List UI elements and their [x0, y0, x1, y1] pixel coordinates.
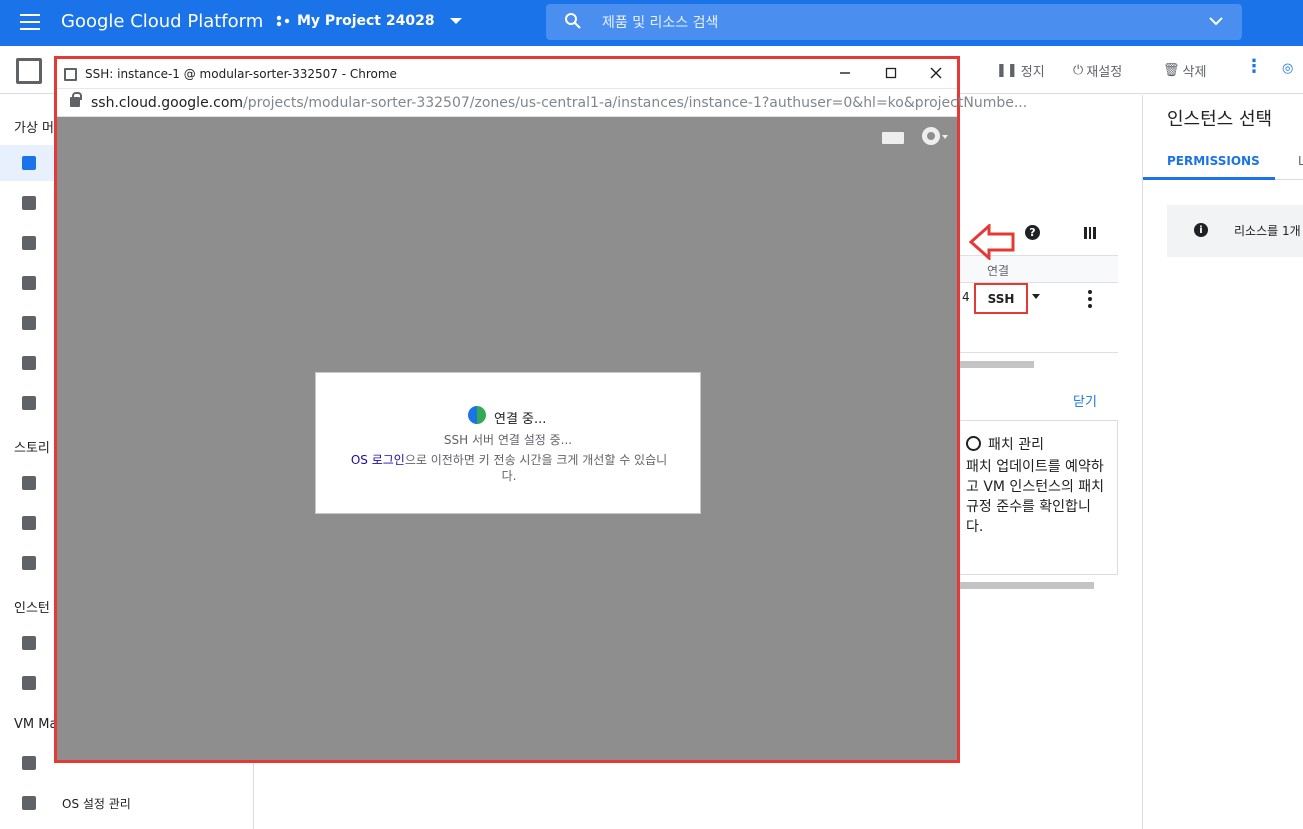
- dialog-note: OS 로그인으로 이전하면 키 전송 시간을 크게 개선할 수 있습니다.: [346, 452, 672, 484]
- patch-refresh-icon: [966, 436, 981, 451]
- project-name: My Project 24028: [297, 13, 435, 29]
- project-selector[interactable]: My Project 24028: [276, 13, 462, 29]
- tpu-icon[interactable]: [22, 316, 36, 330]
- ssh-popup-window[interactable]: SSH: instance-1 @ modular-sorter-332507 …: [54, 56, 1027, 763]
- search-bar[interactable]: 제품 및 리소스 검색: [546, 4, 1242, 40]
- instance-groups-icon[interactable]: [22, 636, 36, 650]
- nav-section-vm-manager: VM Ma: [14, 717, 58, 732]
- stop-label: 정지: [1020, 65, 1045, 80]
- lock-icon: [70, 92, 82, 107]
- project-dots-icon: [276, 15, 290, 27]
- vm-instances-icon[interactable]: [22, 156, 36, 170]
- reset-button[interactable]: ⏻ 재설정: [1073, 61, 1122, 80]
- maximize-icon[interactable]: [883, 65, 899, 81]
- connect-header-label: 연결: [987, 264, 1010, 278]
- popup-url: ssh.cloud.google.com/projects/modular-so…: [91, 95, 1027, 111]
- nav-section-instance-groups: 인스턴: [14, 601, 50, 616]
- close-icon[interactable]: [928, 65, 944, 81]
- tab-permissions[interactable]: PERMISSIONS: [1167, 154, 1260, 168]
- close-link[interactable]: 닫기: [1073, 391, 1097, 410]
- brand-title[interactable]: Google Cloud Platform: [61, 11, 263, 32]
- dialog-subtitle: SSH 서버 연결 설정 중...: [443, 433, 573, 447]
- health-checks-icon[interactable]: [22, 676, 36, 690]
- nav-item-os-config[interactable]: OS 설정 관리: [62, 795, 131, 812]
- delete-button[interactable]: 🗑 삭제: [1163, 61, 1206, 80]
- horizontal-scrollbar[interactable]: [960, 582, 1094, 589]
- search-icon[interactable]: [22, 396, 36, 410]
- row-more-icon[interactable]: [1088, 290, 1092, 311]
- popup-address-bar[interactable]: ssh.cloud.google.com/projects/modular-so…: [57, 89, 1027, 117]
- search-icon: [565, 13, 581, 29]
- horizontal-scrollbar[interactable]: [960, 361, 1034, 368]
- popup-titlebar[interactable]: SSH: instance-1 @ modular-sorter-332507 …: [57, 59, 957, 89]
- column-display-icon[interactable]: [1084, 227, 1096, 239]
- chevron-down-icon[interactable]: [1208, 14, 1224, 28]
- connecting-dialog: 연결 중... SSH 서버 연결 설정 중... OS 로그인으로 이전하면 …: [315, 372, 701, 514]
- power-icon: ⏻: [1073, 63, 1084, 78]
- tab-underline: [1143, 177, 1275, 180]
- table-cell: 4: [962, 290, 970, 304]
- patch-title: 패치 관리: [988, 437, 1044, 453]
- minimize-icon[interactable]: [837, 65, 853, 81]
- chevron-down-icon: [449, 18, 462, 24]
- more-vert-icon[interactable]: ⋮: [1245, 56, 1263, 77]
- committed-use-icon[interactable]: [22, 356, 36, 370]
- spinner-icon: [468, 406, 486, 424]
- trash-icon: 🗑: [1163, 63, 1180, 78]
- search-placeholder: 제품 및 리소스 검색: [602, 15, 719, 31]
- chevron-down-icon[interactable]: [942, 135, 948, 139]
- keyboard-icon[interactable]: [882, 132, 904, 144]
- tab-labels[interactable]: L: [1298, 154, 1303, 168]
- disks-icon[interactable]: [22, 476, 36, 490]
- delete-label: 삭제: [1182, 65, 1207, 80]
- reset-label: 재설정: [1086, 65, 1123, 80]
- help-icon[interactable]: ?: [1025, 225, 1040, 240]
- ssh-button[interactable]: SSH: [974, 283, 1028, 314]
- info-panel-title: 인스턴스 선택: [1167, 109, 1273, 130]
- menu-icon[interactable]: [20, 14, 40, 30]
- info-icon: i: [1194, 223, 1208, 237]
- dialog-title: 연결 중...: [494, 412, 547, 427]
- divider: [960, 352, 1118, 353]
- dialog-note-text: 으로 이전하면 키 전송 시간을 크게 개선할 수 있습니다.: [404, 453, 668, 483]
- url-host: ssh.cloud.google.com: [91, 95, 244, 111]
- compute-chip-icon: [16, 58, 42, 84]
- pause-icon: ❚❚: [996, 63, 1018, 78]
- nav-section-storage: 스토리: [14, 441, 50, 456]
- os-config-icon[interactable]: [22, 796, 36, 810]
- patch-description: 패치 업데이트를 예약하고 VM 인스턴스의 패치 규정 준수를 확인합니다.: [966, 459, 1105, 535]
- images-icon[interactable]: [22, 556, 36, 570]
- compute-chip-icon: [64, 68, 77, 81]
- machine-images-icon[interactable]: [22, 276, 36, 290]
- snapshots-icon[interactable]: [22, 516, 36, 530]
- operations-icon[interactable]: ◎: [1282, 61, 1293, 76]
- os-login-link[interactable]: OS 로그인: [351, 453, 405, 467]
- patch-icon[interactable]: [22, 756, 36, 770]
- info-text: 리소스를 1개: [1234, 224, 1301, 238]
- annotation-arrow-icon: [969, 224, 1015, 260]
- instance-templates-icon[interactable]: [22, 196, 36, 210]
- ssh-dropdown-icon[interactable]: [1032, 294, 1040, 299]
- top-app-bar: Google Cloud Platform My Project 24028 제…: [0, 0, 1303, 46]
- stop-button[interactable]: ❚❚ 정지: [996, 61, 1045, 80]
- gear-icon[interactable]: [922, 127, 940, 145]
- nav-section-vm: 가상 머: [14, 121, 55, 136]
- popup-title: SSH: instance-1 @ modular-sorter-332507 …: [85, 67, 397, 81]
- url-path: /projects/modular-sorter-332507/zones/us…: [243, 95, 1028, 111]
- sole-tenant-icon[interactable]: [22, 236, 36, 250]
